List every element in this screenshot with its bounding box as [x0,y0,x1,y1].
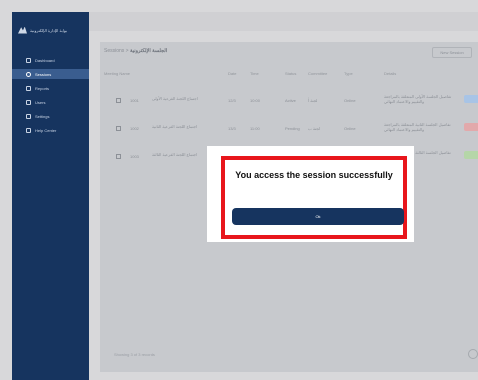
help-icon [26,127,31,133]
mountain-logo-icon [18,26,27,34]
help-circle-icon[interactable] [468,349,478,359]
success-dialog: You access the session successfully Ok [221,156,407,239]
row-type: Online [344,126,356,131]
sidebar-item-sessions[interactable]: Sessions [12,69,89,79]
new-session-button[interactable]: New Session [432,47,472,58]
row-checkbox[interactable] [116,126,121,131]
row-time: 11:00 [250,126,260,131]
sidebar-item-users[interactable]: Users [12,97,89,107]
row-date: 13/3 [228,126,236,131]
ok-button[interactable]: Ok [232,208,404,225]
column-header[interactable]: Status [285,71,296,76]
sidebar-item-label: Dashboard [35,57,55,63]
clock-icon [26,71,31,77]
sidebar-item-reports[interactable]: Reports [12,83,89,93]
row-id: 1001 [130,98,139,103]
success-message: You access the session successfully [235,170,393,180]
sidebar-item-settings[interactable]: Settings [12,111,89,121]
column-header[interactable]: Committee [308,71,327,76]
row-id: 1002 [130,126,139,131]
brand-logo[interactable]: بوابة الإدارة الإلكترونية [18,25,84,35]
row-id: 1003 [130,154,139,159]
grid-icon [26,57,31,63]
column-header[interactable]: Type [344,71,353,76]
row-committee: لجنة أ [308,98,318,103]
row-details: تفاصيل الجلسة الثانية المتعلقة بالمراجعة… [384,122,451,132]
sidebar-item-label: Help Center [35,127,57,133]
top-bar [89,12,478,31]
row-details: تفاصيل الجلسة الأولى المتعلقة بالمراجعة … [384,94,452,104]
row-status: Pending [285,126,300,131]
sidebar-item-help[interactable]: Help Center [12,125,89,135]
row-time: 10:00 [250,98,261,103]
column-header[interactable]: Date [228,71,236,76]
row-checkbox[interactable] [116,98,121,103]
brand-name: بوابة الإدارة الإلكترونية [30,27,68,33]
column-header[interactable]: Details [384,71,396,76]
sidebar-nav: Dashboard Sessions Reports Users Setting… [12,55,89,139]
table-row[interactable]: 1001 اجتماع اللجنة الفرعية الأولى 12/3 1… [100,92,478,118]
pagination-summary: Showing 3 of 3 records [114,352,155,357]
sidebar-item-label: Users [35,99,46,105]
breadcrumb[interactable]: Sessions > الجلسة الإلكترونية [104,48,167,54]
sidebar-item-label: Settings [35,113,50,119]
sidebar-item-dashboard[interactable]: Dashboard [12,55,89,65]
sidebar: بوابة الإدارة الإلكترونية Dashboard Sess… [12,12,89,380]
table-header: Meeting Name Date Time Status Committee … [100,71,478,80]
user-icon [26,99,31,105]
row-committee: لجنة ب [308,126,321,131]
sidebar-item-label: Reports [35,85,50,91]
document-icon [26,85,31,91]
row-status: Active [285,98,296,103]
gear-icon [26,113,31,119]
table-row[interactable]: 1002 اجتماع اللجنة الفرعية الثانية 13/3 … [100,120,478,146]
status-badge[interactable] [464,123,478,131]
breadcrumb-link[interactable]: Sessions > [104,48,129,54]
sidebar-item-label: Sessions [35,71,52,77]
row-checkbox[interactable] [116,154,121,159]
row-type: Online [344,98,356,103]
row-date: 12/3 [228,98,236,103]
row-name: اجتماع اللجنة الفرعية الأولى [152,96,198,101]
row-name: اجتماع اللجنة الفرعية الثانية [152,124,198,129]
status-badge[interactable] [464,95,478,103]
page-title: الجلسة الإلكترونية [130,48,168,54]
column-header[interactable]: Meeting Name [104,71,130,76]
status-badge[interactable] [464,151,478,159]
page-header: Sessions > الجلسة الإلكترونية New Sessio… [100,42,478,60]
modal-backdrop: You access the session successfully Ok [207,146,414,242]
column-header[interactable]: Time [250,71,259,76]
